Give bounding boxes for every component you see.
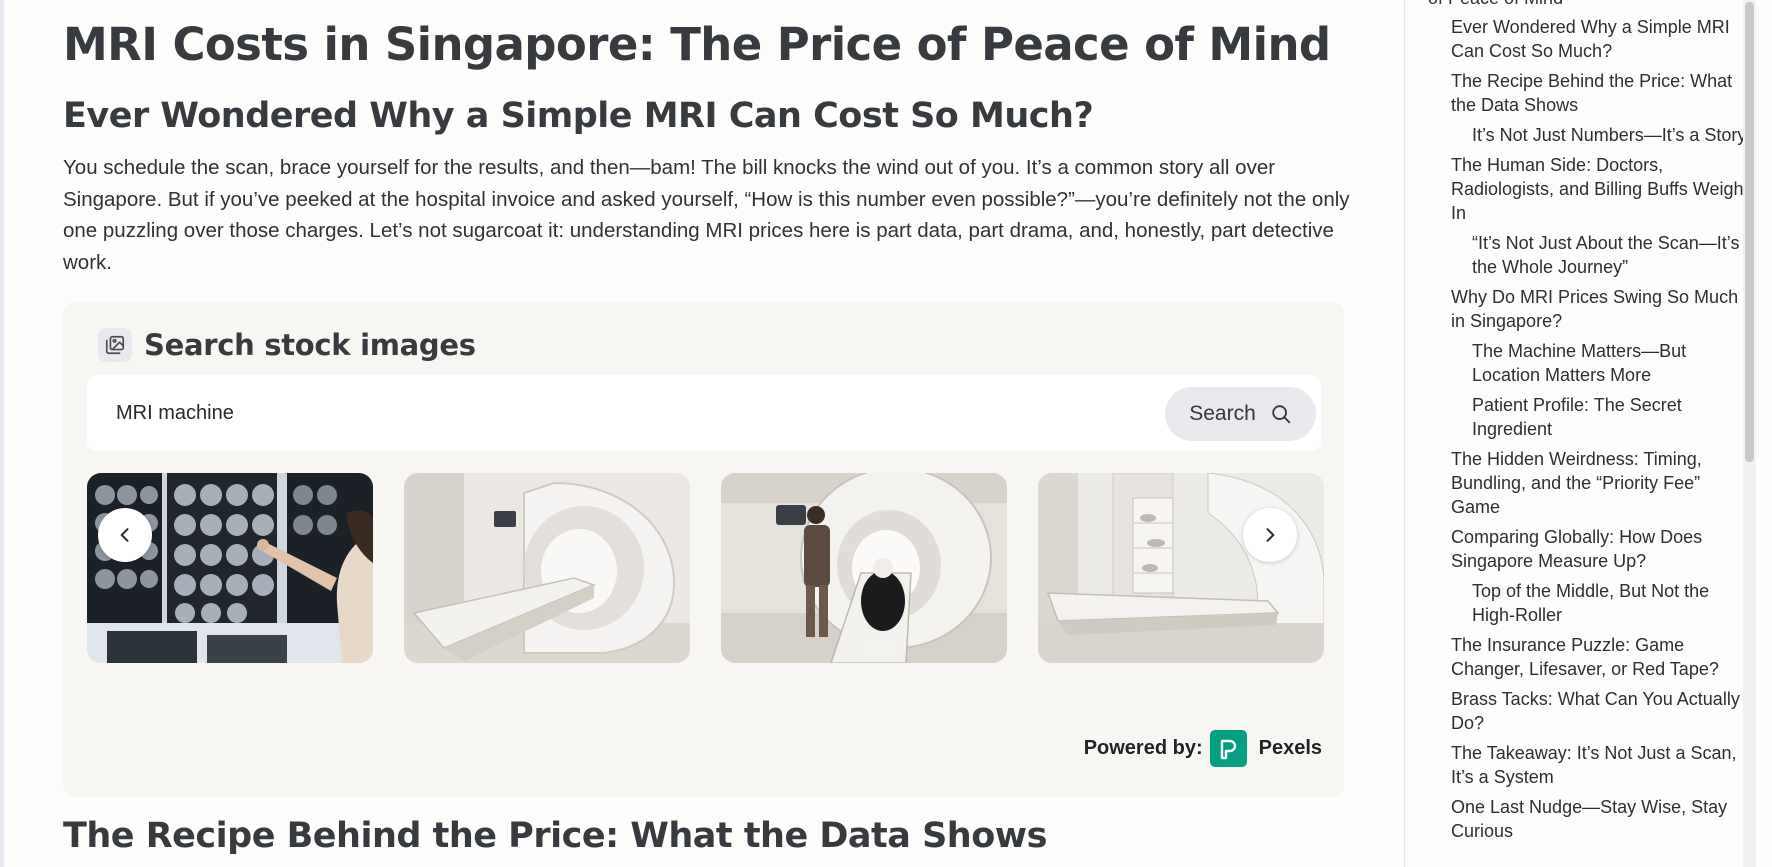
carousel-prev-button[interactable] xyxy=(98,508,152,562)
toc-item[interactable]: The Insurance Puzzle: Game Changer, Life… xyxy=(1451,633,1751,681)
image-carousel xyxy=(87,473,1324,663)
toc-item[interactable]: The Takeaway: It’s Not Just a Scan, It’s… xyxy=(1451,741,1751,789)
toc-item[interactable]: Brass Tacks: What Can You Actually Do? xyxy=(1451,687,1751,735)
chevron-left-icon xyxy=(120,528,129,542)
toc-item[interactable]: Ever Wondered Why a Simple MRI Can Cost … xyxy=(1451,15,1751,63)
left-edge xyxy=(0,0,4,867)
widget-header: Search stock images xyxy=(98,328,476,362)
image-gallery-icon xyxy=(98,328,132,362)
stock-image-search-widget: Search stock images Search xyxy=(63,302,1344,797)
toc-item[interactable]: Comparing Globally: How Does Singapore M… xyxy=(1451,525,1751,573)
toc-item[interactable]: “It’s Not Just About the Scan—It’s the W… xyxy=(1451,231,1751,279)
search-input[interactable] xyxy=(116,396,1016,430)
table-of-contents: of Peace of Mind Ever Wondered Why a Sim… xyxy=(1404,0,1756,867)
pexels-logo[interactable] xyxy=(1209,730,1247,767)
scrollbar[interactable] xyxy=(1743,0,1756,867)
toc-item[interactable]: The Human Side: Doctors, Radiologists, a… xyxy=(1451,153,1751,225)
provider-name[interactable]: Pexels xyxy=(1259,737,1322,760)
toc-item[interactable]: Patient Profile: The Secret Ingredient xyxy=(1451,393,1751,441)
magnifier-icon xyxy=(1272,405,1290,424)
toc-item-partial[interactable]: of Peace of Mind xyxy=(1428,0,1563,9)
toc-item[interactable]: It’s Not Just Numbers—It’s a Story xyxy=(1451,123,1751,147)
scrollbar-thumb[interactable] xyxy=(1745,2,1754,462)
search-button-label: Search xyxy=(1189,402,1256,425)
stock-image-thumbnail[interactable] xyxy=(1038,473,1324,663)
section-heading: Ever Wondered Why a Simple MRI Can Cost … xyxy=(63,96,1094,136)
toc-list: Ever Wondered Why a Simple MRI Can Cost … xyxy=(1451,15,1751,849)
search-bar: Search xyxy=(87,375,1321,451)
stock-image-thumbnail[interactable] xyxy=(404,473,690,663)
intro-paragraph: You schedule the scan, brace yourself fo… xyxy=(63,156,1350,274)
article-main: MRI Costs in Singapore: The Price of Pea… xyxy=(63,0,1353,867)
carousel-next-button[interactable] xyxy=(1243,508,1297,562)
stock-image-thumbnail[interactable] xyxy=(87,473,373,663)
powered-by: Powered by: Pexels xyxy=(1084,730,1322,767)
chevron-right-icon xyxy=(1266,528,1275,542)
toc-item[interactable]: The Recipe Behind the Price: What the Da… xyxy=(1451,69,1751,117)
toc-item[interactable]: Why Do MRI Prices Swing So Much in Singa… xyxy=(1451,285,1751,333)
stock-image-thumbnail[interactable] xyxy=(721,473,1007,663)
widget-title: Search stock images xyxy=(144,328,476,362)
search-button[interactable]: Search xyxy=(1165,387,1316,441)
toc-item[interactable]: The Hidden Weirdness: Timing, Bundling, … xyxy=(1451,447,1751,519)
next-section-heading: The Recipe Behind the Price: What the Da… xyxy=(63,816,1047,856)
toc-item[interactable]: One Last Nudge—Stay Wise, Stay Curious xyxy=(1451,795,1751,843)
page-title: MRI Costs in Singapore: The Price of Pea… xyxy=(63,18,1331,71)
toc-item[interactable]: The Machine Matters—But Location Matters… xyxy=(1451,339,1751,387)
toc-item[interactable]: Top of the Middle, But Not the High-Roll… xyxy=(1451,579,1751,627)
powered-by-label: Powered by: xyxy=(1083,737,1203,759)
